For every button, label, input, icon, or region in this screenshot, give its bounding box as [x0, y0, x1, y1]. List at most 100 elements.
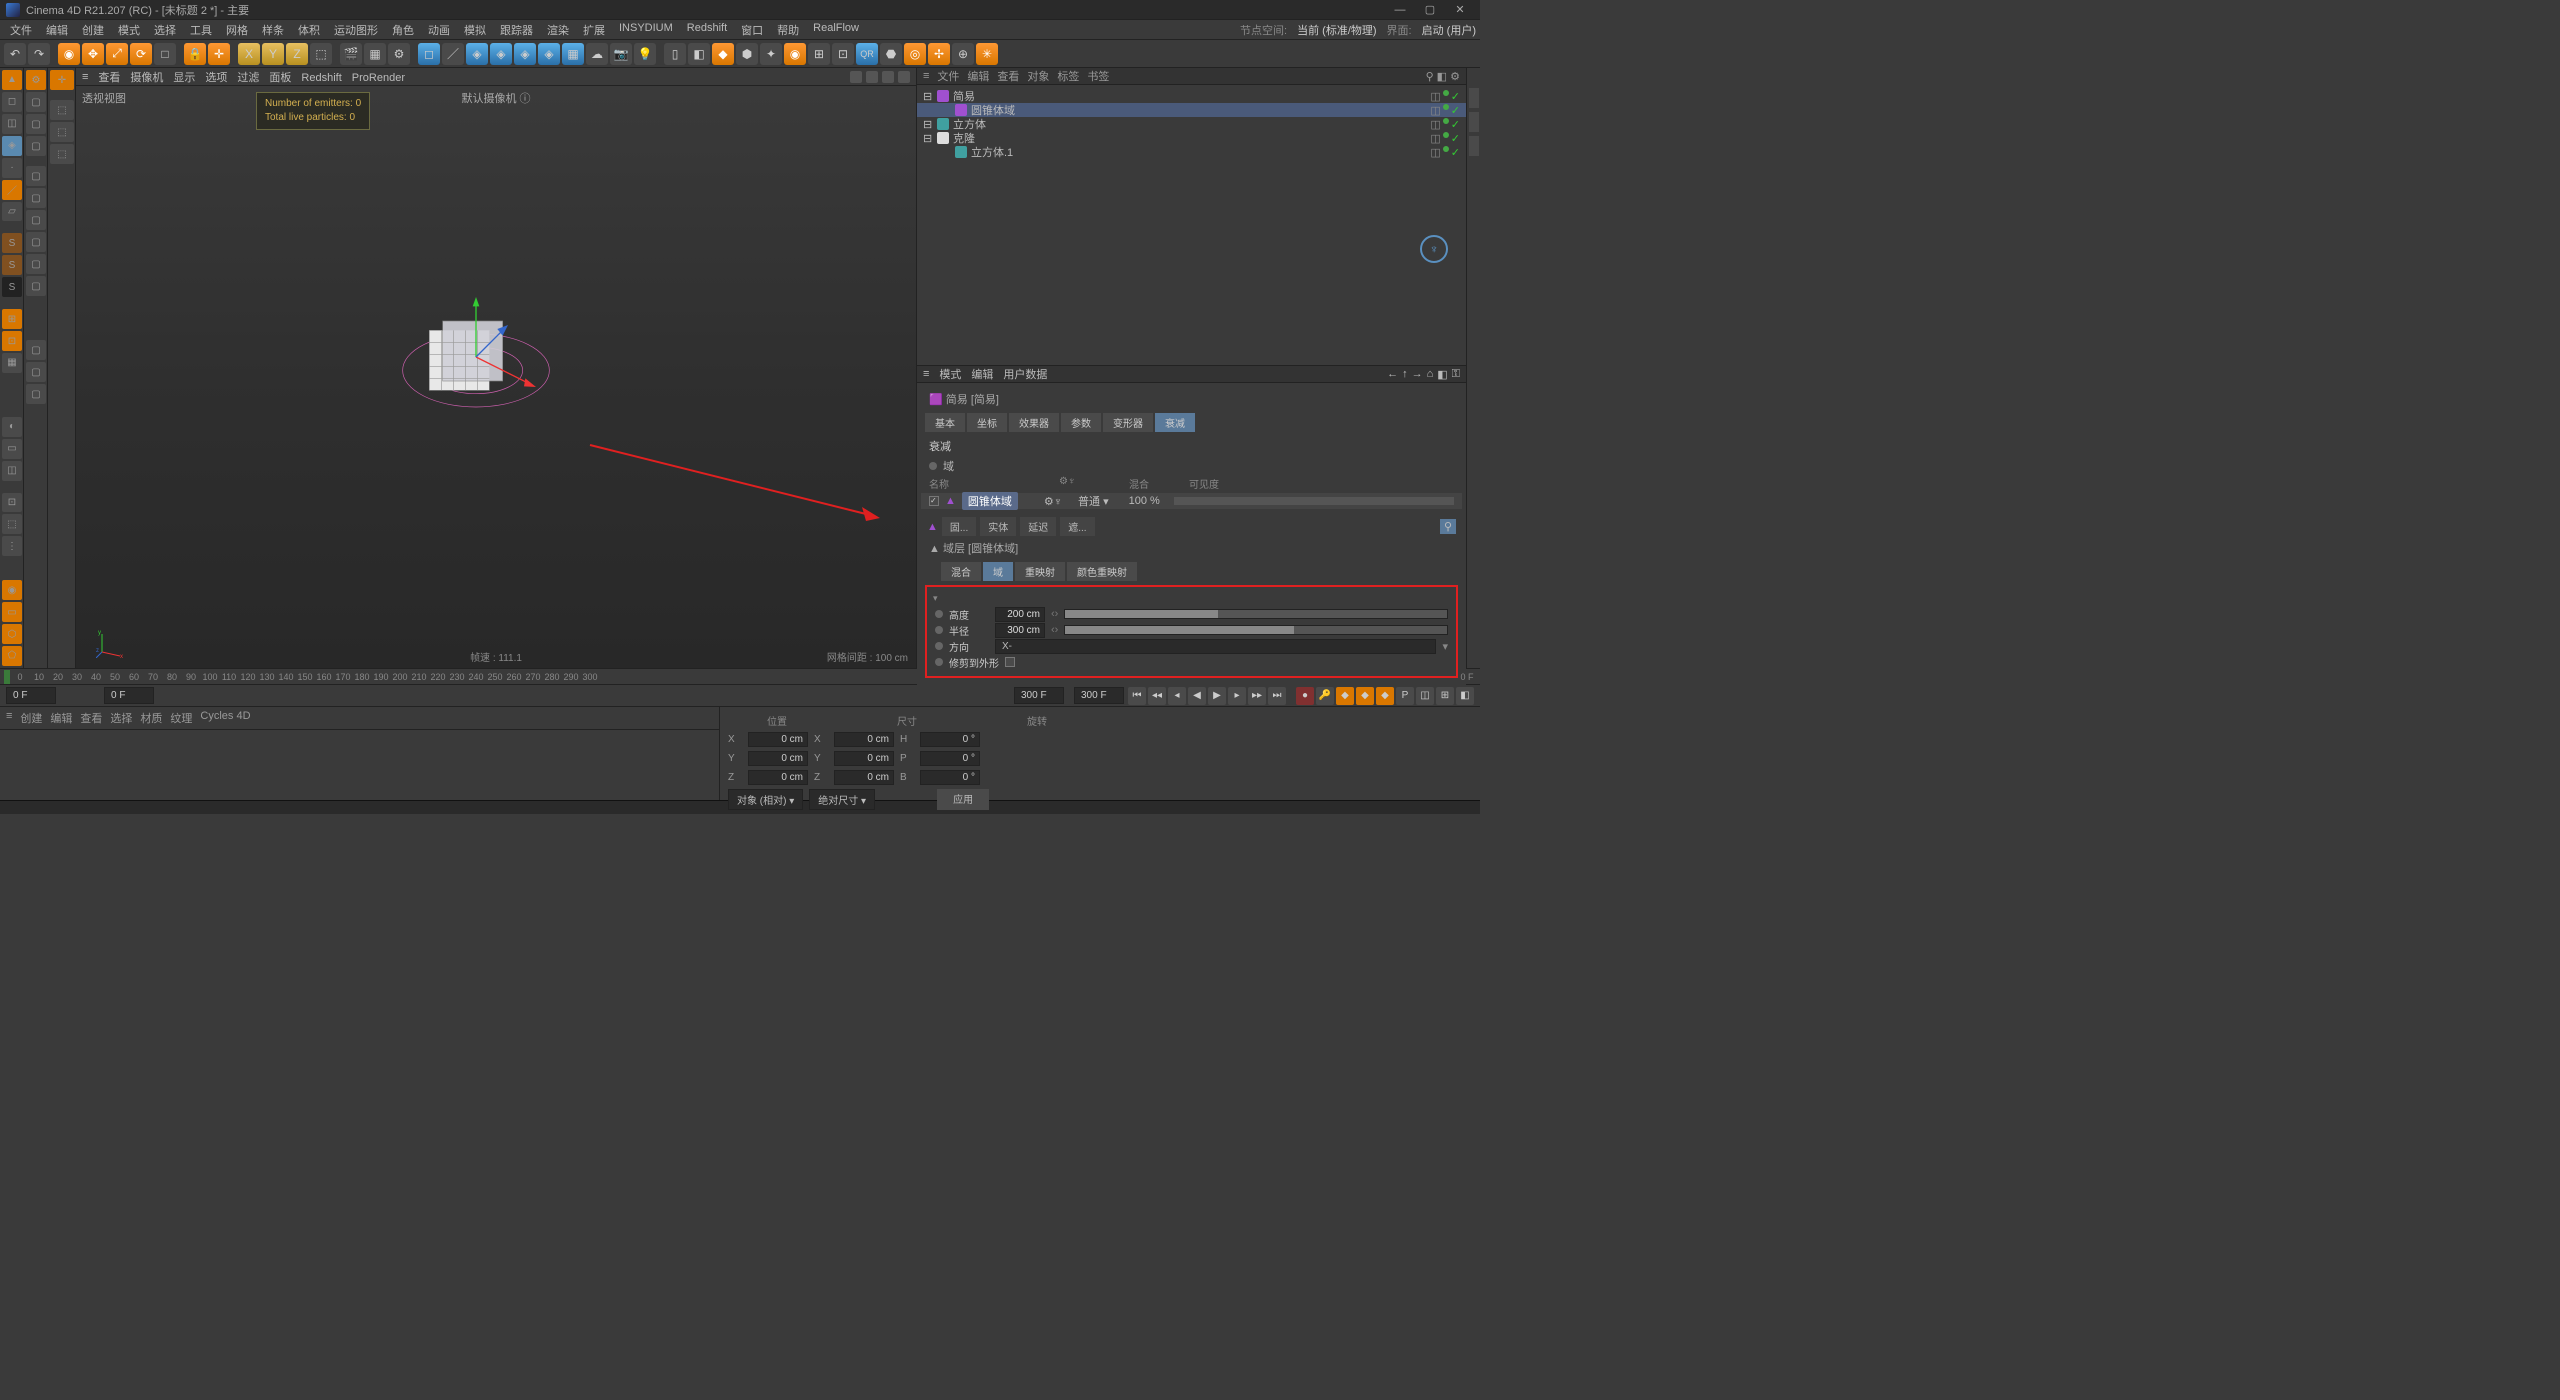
vp-menu-过滤[interactable]: 过滤 [237, 72, 259, 84]
menu-运动图形[interactable]: 运动图形 [328, 20, 384, 40]
attr-nav-fwd[interactable]: → [1412, 368, 1423, 381]
snap-2[interactable]: S [2, 255, 22, 275]
bottom-tab-纹理[interactable]: 纹理 [170, 710, 192, 726]
vp-nav-4[interactable] [898, 71, 910, 83]
autokey[interactable]: 🔑 [1316, 687, 1334, 705]
falloff-item-name[interactable]: 圆锥体域 [962, 492, 1018, 510]
extra-tool-11[interactable]: ✢ [928, 43, 950, 65]
coord-field[interactable]: 0 ° [920, 751, 980, 766]
snap-toggle[interactable]: S [2, 233, 22, 253]
render-settings[interactable]: ⚙ [388, 43, 410, 65]
coord-field[interactable]: 0 cm [748, 732, 808, 747]
layer-tab-域[interactable]: 域 [983, 562, 1013, 581]
redo-button[interactable]: ↷ [28, 43, 50, 65]
goto-start[interactable]: ⏮ [1128, 687, 1146, 705]
key-scale[interactable]: ◆ [1356, 687, 1374, 705]
menu-工具[interactable]: 工具 [184, 20, 218, 40]
layout-value[interactable]: 启动 (用户) [1422, 22, 1476, 38]
menu-选择[interactable]: 选择 [148, 20, 182, 40]
tree-row[interactable]: 圆锥体域◫✓ [917, 103, 1466, 117]
attr-nav-back[interactable]: ← [1387, 368, 1398, 381]
next-key[interactable]: ▸▸ [1248, 687, 1266, 705]
radius-spinner[interactable]: ‹› [1051, 624, 1058, 636]
play-forward[interactable]: ▶ [1208, 687, 1226, 705]
lt2-3[interactable]: ▢ [26, 114, 46, 134]
bottom-tab-编辑[interactable]: 编辑 [50, 710, 72, 726]
workplane-1[interactable]: ⊞ [2, 309, 22, 329]
coord-field[interactable]: 0 cm [748, 770, 808, 785]
coord-field[interactable]: 0 cm [748, 751, 808, 766]
menu-RealFlow[interactable]: RealFlow [807, 20, 865, 40]
menu-编辑[interactable]: 编辑 [40, 20, 74, 40]
menu-模式[interactable]: 模式 [112, 20, 146, 40]
panel-menu-icon[interactable]: ≡ [923, 70, 929, 82]
vp-menu-查看[interactable]: 查看 [98, 72, 120, 84]
camera-add[interactable]: 📷 [610, 43, 632, 65]
key-rot[interactable]: ◆ [1376, 687, 1394, 705]
point-mode[interactable]: · [2, 158, 22, 178]
attr-maintab-变形器[interactable]: 变形器 [1103, 413, 1153, 432]
layer-btn-0[interactable]: 固... [942, 517, 976, 536]
undo-button[interactable]: ↶ [4, 43, 26, 65]
vp-menu-摄像机[interactable]: 摄像机 [130, 72, 163, 84]
misc-2[interactable]: ▭ [2, 439, 22, 459]
prev-key[interactable]: ◂◂ [1148, 687, 1166, 705]
rg-2[interactable] [1469, 112, 1479, 132]
extra-tool-13[interactable]: ✳ [976, 43, 998, 65]
sel-poly[interactable]: ⬠ [2, 646, 22, 666]
lt2-4[interactable]: ▢ [26, 136, 46, 156]
height-spinner[interactable]: ‹› [1051, 608, 1058, 620]
lt3-a[interactable]: ⬚ [50, 100, 74, 120]
frame-range-end[interactable]: 300 F [1074, 687, 1124, 704]
x-axis-toggle[interactable]: X [238, 43, 260, 65]
menu-渲染[interactable]: 渲染 [541, 20, 575, 40]
edge-mode[interactable]: ／ [2, 180, 22, 200]
workplane-3[interactable]: ▦ [2, 353, 22, 373]
falloff-item-row[interactable]: ▲ 圆锥体域 ⚙♆ 普通 ▾ 100 % [921, 493, 1462, 509]
radius-slider[interactable] [1064, 625, 1448, 635]
attr-maintab-基本[interactable]: 基本 [925, 413, 965, 432]
move-tool[interactable]: ✥ [82, 43, 104, 65]
timeline-opts2[interactable]: ◧ [1456, 687, 1474, 705]
render-view[interactable]: 🎬 [340, 43, 362, 65]
extra-tool-9[interactable]: ⬣ [880, 43, 902, 65]
attr-tab-模式[interactable]: 模式 [939, 369, 961, 381]
recent-tool[interactable]: □ [154, 43, 176, 65]
make-editable[interactable]: ▲ [2, 70, 22, 90]
generator[interactable]: ◈ [466, 43, 488, 65]
tree-row[interactable]: ⊟克隆◫✓ [917, 131, 1466, 145]
timeline-opts[interactable]: ⊞ [1436, 687, 1454, 705]
falloff-item-enable[interactable] [929, 496, 939, 506]
lt2-1[interactable]: ⚙ [26, 70, 46, 90]
menu-扩展[interactable]: 扩展 [577, 20, 611, 40]
lt2-7[interactable]: ▢ [26, 210, 46, 230]
attr-nav-lock[interactable]: ⚿ [1452, 368, 1460, 381]
vp-nav-2[interactable] [866, 71, 878, 83]
move-axis[interactable]: ✛ [208, 43, 230, 65]
viewport-3d[interactable]: 透视视图 默认摄像机 ⓘ Number of emitters: 0 Total… [76, 86, 916, 668]
misc-3[interactable]: ◫ [2, 461, 22, 481]
y-axis-toggle[interactable]: Y [262, 43, 284, 65]
layer-tab-混合[interactable]: 混合 [941, 562, 981, 581]
bottom-tab-创建[interactable]: 创建 [20, 710, 42, 726]
misc-4[interactable]: ⊡ [2, 493, 22, 513]
texture-mode[interactable]: ◫ [2, 114, 22, 134]
radius-input[interactable]: 300 cm [995, 623, 1045, 638]
generator2[interactable]: ◈ [490, 43, 512, 65]
attr-maintab-衰减[interactable]: 衰减 [1155, 413, 1195, 432]
frame-start[interactable]: 0 F [6, 687, 56, 704]
render-pv[interactable]: ▦ [364, 43, 386, 65]
light-add[interactable]: 💡 [634, 43, 656, 65]
coord-field[interactable]: 0 cm [834, 770, 894, 785]
lt2-8[interactable]: ▢ [26, 232, 46, 252]
attr-tab-编辑[interactable]: 编辑 [971, 369, 993, 381]
rg-3[interactable] [1469, 136, 1479, 156]
tree-row[interactable]: 立方体.1◫✓ [917, 145, 1466, 159]
lt2-6[interactable]: ▢ [26, 188, 46, 208]
misc-6[interactable]: ⋮ [2, 536, 22, 556]
misc-1[interactable]: ◐ [2, 417, 22, 437]
attr-maintab-坐标[interactable]: 坐标 [967, 413, 1007, 432]
menu-文件[interactable]: 文件 [4, 20, 38, 40]
attr-nav-new[interactable]: ◧ [1437, 368, 1447, 381]
prev-frame[interactable]: ◂ [1168, 687, 1186, 705]
